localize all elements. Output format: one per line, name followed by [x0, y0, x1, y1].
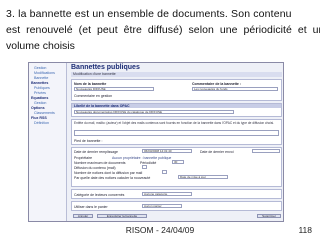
- panel-basket: Utiliser dans le panier Aucun panier: [71, 201, 282, 211]
- notices-checkbox[interactable]: [162, 170, 167, 174]
- comment-label: Commentaire de la bannette :: [192, 82, 242, 86]
- last-send-label: Date de dernier envoi: [200, 150, 234, 154]
- notices-label: Nombre de notices dont la diffusion par …: [74, 171, 143, 175]
- footer-of-bannette-label: Pied de bannette :: [74, 139, 103, 143]
- panel-mail: Entête du mail, mailto: (auteur) et l'ob…: [71, 119, 282, 145]
- last-send-field[interactable]: [252, 149, 280, 153]
- reader-category-label: Catégorie de lecteurs concernés: [74, 193, 125, 197]
- reader-category-select[interactable]: Aucune catégorie: [142, 192, 192, 196]
- page-number: 118: [298, 225, 312, 235]
- mail-body-field[interactable]: [74, 130, 279, 136]
- opac-label-header: Libellé de la bannette dans OPAC: [72, 104, 281, 108]
- max-docs-label: Nombre maximum de documents: [74, 161, 126, 165]
- comment-field[interactable]: Les nouveautés du fonds: [192, 87, 278, 91]
- name-field[interactable]: Nouveautés DIFFUSE: [74, 87, 154, 91]
- footer-center-text: RISOM - 24/04/09: [125, 225, 195, 235]
- caption-line-3: volume choisis: [6, 40, 75, 52]
- owner-label: Propriétaire: [74, 156, 93, 160]
- diffusion-checkbox[interactable]: [142, 165, 147, 169]
- main-content: Bannettes publiques Modification d'une b…: [69, 63, 283, 221]
- panel-opac-label: Libellé de la bannette dans OPAC Nouveau…: [71, 103, 282, 117]
- date-calc-select[interactable]: Date de mise à jour: [178, 175, 228, 179]
- periodicity-days-field[interactable]: 30: [172, 160, 184, 164]
- save-button[interactable]: Enregistrer la bannette: [97, 214, 147, 218]
- sidebar-item[interactable]: Définition: [31, 121, 64, 126]
- panel-category: Catégorie de lecteurs concernés Aucune c…: [71, 189, 282, 199]
- caption-line-2: est renouvelé (et peut être diffusé) sel…: [6, 24, 320, 36]
- public-comment-label: Commentaire en gestion: [74, 94, 113, 98]
- diffusion-label: Diffusion du contenu (mail): [74, 166, 116, 170]
- opac-label-field[interactable]: Nouveautés documentaires DIFFUSE du cata…: [74, 110, 234, 114]
- basket-label: Utiliser dans le panier: [74, 205, 108, 209]
- name-label: Nom de la bannette: [74, 82, 107, 86]
- owner-value: Aucun propriétaire : bannette publique: [112, 156, 172, 160]
- date-field[interactable]: 06/03/2008 14:31:40: [142, 149, 192, 153]
- mail-description: Entête du mail, mailto: (auteur) et l'ob…: [74, 121, 275, 125]
- cancel-button[interactable]: Annuler: [73, 214, 93, 218]
- sidebar: Gestion Modifications Bannette Bannettes…: [29, 63, 67, 221]
- slide-footer: RISOM - 24/04/09 118: [0, 222, 320, 240]
- panel-diffusion: Date de dernier remplissage 06/03/2008 1…: [71, 147, 282, 187]
- page-title: Bannettes publiques: [71, 64, 140, 71]
- date-calc-label: Par quelle date des notices calculer la …: [74, 176, 151, 180]
- breadcrumb: Modification d'une bannette: [71, 72, 282, 77]
- date-label: Date de dernier remplissage: [74, 150, 118, 154]
- caption-line-1: 3. la bannette est un ensemble de docume…: [6, 8, 292, 20]
- basket-select[interactable]: Aucun panier: [142, 204, 182, 208]
- slide-caption: 3. la bannette est un ensemble de docume…: [6, 6, 320, 54]
- delete-button[interactable]: Supprimer: [257, 214, 281, 218]
- panel-identity: Nom de la bannette Nouveautés DIFFUSE Co…: [71, 79, 282, 101]
- embedded-screenshot: Gestion Modifications Bannette Bannettes…: [28, 62, 284, 222]
